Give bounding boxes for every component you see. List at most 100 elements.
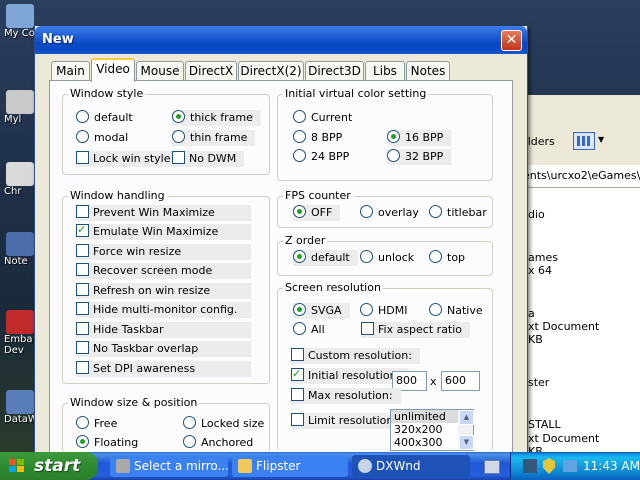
file-item[interactable]: ames: [528, 251, 558, 264]
fps-off-radio[interactable]: OFF: [293, 205, 341, 221]
tab-direct3d[interactable]: Direct3D: [305, 61, 364, 80]
fps-overlay-radio[interactable]: overlay: [360, 205, 419, 221]
limit-resolution-checkbox[interactable]: Limit resolution:: [291, 413, 406, 429]
radio-label: titlebar: [447, 206, 487, 219]
desktop-icon-label: Emba: [4, 334, 33, 345]
radio-label: default: [311, 251, 350, 264]
hide-multi-monitor-checkbox[interactable]: Hide multi-monitor config.: [76, 302, 251, 318]
scroll-down-icon[interactable]: ▼: [459, 435, 474, 450]
fix-aspect-ratio-checkbox[interactable]: Fix aspect ratio: [361, 322, 471, 338]
color-24bpp-radio[interactable]: 24 BPP: [293, 149, 349, 165]
radio-indicator: [76, 435, 89, 448]
hdmi-radio[interactable]: HDMI: [360, 303, 407, 319]
close-button[interactable]: ✕: [501, 30, 522, 51]
task-dxwnd[interactable]: DXWnd: [352, 455, 470, 477]
thick-frame-radio[interactable]: thick frame: [172, 110, 261, 126]
tab-directx2[interactable]: DirectX(2): [238, 61, 304, 80]
window-title: New: [42, 32, 74, 47]
desktop-icon-label: Chr: [4, 186, 22, 197]
desktop-icon-5[interactable]: Emba Dev: [0, 310, 38, 356]
checkbox-label: Max resolution:: [308, 389, 393, 402]
tab-directx[interactable]: DirectX: [185, 61, 237, 80]
system-tray: 11:43 AM: [510, 452, 640, 480]
group-label: Window handling: [68, 189, 167, 202]
tab-mouse[interactable]: Mouse: [136, 61, 184, 80]
floating-radio[interactable]: Floating: [76, 435, 138, 451]
task-select-mirror[interactable]: Select a mirro...: [110, 455, 229, 477]
thin-frame-radio[interactable]: thin frame: [172, 130, 256, 146]
checkbox-label: Hide multi-monitor config.: [93, 303, 238, 316]
color-8bpp-radio[interactable]: 8 BPP: [293, 130, 342, 146]
custom-resolution-checkbox[interactable]: Custom resolution:: [291, 348, 420, 364]
file-item: x 64: [528, 264, 553, 277]
scroll-up-icon[interactable]: ▲: [459, 410, 474, 425]
group-label: Window size & position: [68, 396, 200, 409]
no-dwm-checkbox[interactable]: No DWM: [172, 151, 245, 167]
resolution-list[interactable]: unlimited 320x200 400x300 ▲ ▼: [390, 409, 474, 451]
radio-label: Native: [447, 304, 483, 317]
z-order-default-radio[interactable]: default: [293, 250, 358, 266]
anchored-radio[interactable]: Anchored: [183, 435, 253, 451]
emulate-win-maximize-checkbox[interactable]: Emulate Win Maximize: [76, 222, 251, 240]
radio-indicator: [387, 130, 400, 143]
tab-main[interactable]: Main: [51, 61, 90, 80]
recover-screen-mode-checkbox[interactable]: Recover screen mode: [76, 263, 251, 279]
desktop-icon-6[interactable]: DataW: [0, 390, 38, 425]
tab-libs[interactable]: Libs: [365, 61, 405, 80]
lock-win-style-checkbox[interactable]: Lock win style: [76, 151, 179, 167]
free-radio[interactable]: Free: [76, 416, 117, 432]
refresh-on-win-resize-checkbox[interactable]: Refresh on win resize: [76, 283, 251, 299]
dxwnd-dialog: New ✕ Main Video Mouse DirectX DirectX(2…: [34, 26, 528, 453]
file-item[interactable]: ster: [528, 376, 549, 389]
radio-label: Free: [94, 417, 118, 430]
no-taskbar-overlap-checkbox[interactable]: No Taskbar overlap: [76, 341, 251, 357]
desktop-icon-4[interactable]: Note: [0, 232, 38, 267]
chevron-down-icon[interactable]: ▼: [598, 135, 604, 144]
color-32bpp-radio[interactable]: 32 BPP: [387, 149, 452, 165]
radio-indicator: [293, 205, 306, 218]
shield-icon[interactable]: [543, 458, 555, 474]
desktop-icon-2[interactable]: Myl: [0, 90, 38, 125]
checkbox-label: Fix aspect ratio: [378, 323, 463, 336]
fps-titlebar-radio[interactable]: titlebar: [429, 205, 487, 221]
window-style-default-radio[interactable]: default: [76, 110, 133, 126]
tab-notes[interactable]: Notes: [406, 61, 450, 80]
checkbox-label: Custom resolution:: [308, 349, 412, 362]
keyboard-icon[interactable]: [484, 460, 500, 474]
file-item[interactable]: a: [528, 307, 535, 320]
modal-radio[interactable]: modal: [76, 130, 128, 146]
color-16bpp-radio[interactable]: 16 BPP: [387, 130, 452, 146]
z-order-top-radio[interactable]: top: [429, 250, 465, 266]
locked-size-radio[interactable]: Locked size: [183, 416, 264, 432]
initial-resolution-checkbox[interactable]: Initial resolution:: [291, 366, 409, 384]
task-label: DXWnd: [376, 459, 421, 473]
monitor-icon[interactable]: [523, 459, 537, 473]
prevent-win-maximize-checkbox[interactable]: Prevent Win Maximize: [76, 205, 251, 221]
color-current-radio[interactable]: Current: [293, 110, 352, 126]
desktop-icon-3[interactable]: Chr: [0, 162, 38, 197]
title-bar[interactable]: New ✕: [35, 26, 527, 54]
all-radio[interactable]: All: [293, 322, 325, 338]
checkbox-indicator: [76, 322, 89, 335]
file-item[interactable]: STALL: [528, 418, 561, 431]
hide-taskbar-checkbox[interactable]: Hide Taskbar: [76, 322, 251, 338]
force-win-resize-checkbox[interactable]: Force win resize: [76, 244, 251, 260]
tab-video[interactable]: Video: [91, 58, 135, 82]
scrollbar[interactable]: ▲ ▼: [458, 410, 474, 450]
checkbox-indicator: [76, 283, 89, 296]
dxwnd-icon: [358, 459, 372, 473]
radio-label: 24 BPP: [311, 150, 350, 163]
set-dpi-awareness-checkbox[interactable]: Set DPI awareness: [76, 361, 251, 377]
max-resolution-checkbox[interactable]: Max resolution:: [291, 388, 401, 404]
radio-indicator: [183, 416, 196, 429]
desktop-icon-my-computer[interactable]: My Co: [0, 4, 38, 39]
z-order-unlock-radio[interactable]: unlock: [360, 250, 414, 266]
svga-radio[interactable]: SVGA: [293, 303, 350, 319]
native-radio[interactable]: Native: [429, 303, 483, 319]
views-icon[interactable]: [573, 132, 595, 150]
start-button[interactable]: start: [0, 452, 98, 480]
resolution-height-input[interactable]: 600: [441, 371, 480, 391]
file-item[interactable]: dio: [528, 208, 545, 221]
network-icon[interactable]: [563, 460, 577, 472]
task-flipster[interactable]: Flipster: [232, 455, 348, 477]
